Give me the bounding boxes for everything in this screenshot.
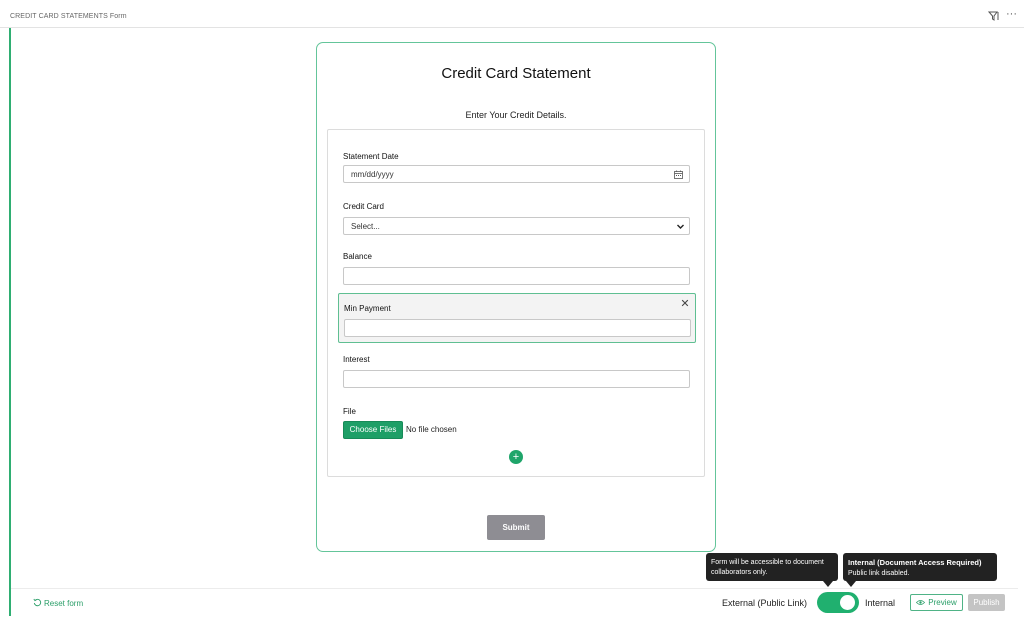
close-icon[interactable]: ✕	[679, 298, 691, 310]
internal-tooltip-body: Public link disabled.	[848, 570, 910, 577]
form-subtitle: Enter Your Credit Details.	[465, 110, 567, 120]
balance-label: Balance	[343, 252, 372, 261]
more-icon[interactable]: ···	[1006, 8, 1017, 20]
choose-files-button[interactable]: Choose Files	[343, 421, 403, 439]
toggle-tooltip: Form will be accessible to document coll…	[706, 553, 838, 581]
internal-tooltip: Internal (Document Access Required) Publ…	[843, 553, 997, 581]
credit-card-selected-value: Select...	[351, 222, 380, 231]
filter-icon[interactable]	[988, 10, 1000, 22]
toggle-tooltip-text: Form will be accessible to document coll…	[711, 559, 824, 576]
reset-form-link[interactable]: Reset form	[33, 598, 83, 608]
form-title-bar: CREDIT CARD STATEMENTS Form	[10, 13, 127, 20]
min-payment-field-selected[interactable]: Min Payment ✕	[338, 293, 696, 343]
submit-button[interactable]: Submit	[487, 515, 545, 540]
file-status: No file chosen	[406, 425, 457, 434]
toggle-knob	[840, 595, 855, 610]
file-label: File	[343, 407, 356, 416]
reset-form-label: Reset form	[44, 599, 84, 608]
min-payment-label: Min Payment	[344, 304, 391, 313]
interest-label: Interest	[343, 355, 370, 364]
form-fields-panel: Statement Date mm/dd/yyyy Credit Card Se…	[327, 129, 705, 477]
min-payment-input[interactable]	[344, 319, 691, 337]
external-label: External (Public Link)	[722, 598, 808, 608]
reset-icon	[33, 598, 42, 607]
credit-card-label: Credit Card	[343, 202, 384, 211]
calendar-icon[interactable]	[674, 170, 683, 179]
internal-tooltip-arrow	[846, 581, 856, 587]
bottom-bar: Reset form External (Public Link) Intern…	[11, 588, 1018, 616]
left-accent-bar	[9, 28, 11, 616]
eye-icon	[916, 600, 926, 605]
credit-card-select[interactable]: Select...	[343, 217, 690, 235]
form-card: Credit Card Statement Enter Your Credit …	[316, 42, 716, 552]
publish-button[interactable]: Publish	[968, 594, 1005, 611]
internal-label: Internal	[865, 598, 896, 608]
top-bar: CREDIT CARD STATEMENTS Form ···	[0, 0, 1024, 28]
preview-button[interactable]: Preview	[910, 594, 963, 611]
add-field-button[interactable]: +	[509, 450, 523, 464]
form-heading: Credit Card Statement	[441, 65, 591, 82]
chevron-down-icon	[677, 224, 684, 229]
balance-input[interactable]	[343, 267, 690, 285]
preview-label: Preview	[928, 598, 957, 607]
toggle-tooltip-arrow	[823, 581, 833, 587]
access-toggle[interactable]	[817, 592, 859, 613]
statement-date-placeholder: mm/dd/yyyy	[351, 170, 394, 179]
statement-date-input[interactable]: mm/dd/yyyy	[343, 165, 690, 183]
interest-input[interactable]	[343, 370, 690, 388]
statement-date-label: Statement Date	[343, 152, 399, 161]
internal-tooltip-title: Internal (Document Access Required)	[848, 558, 982, 567]
